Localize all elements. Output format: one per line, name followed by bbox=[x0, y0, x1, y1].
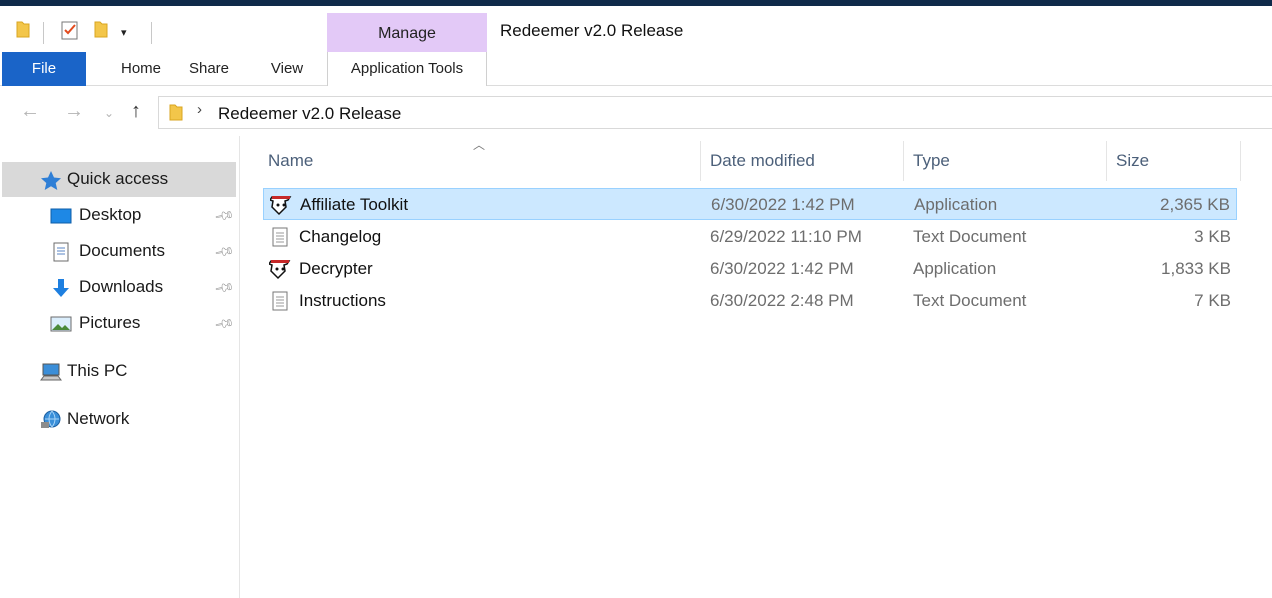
table-row[interactable]: Decrypter 6/30/2022 1:42 PM Application … bbox=[263, 253, 1237, 285]
sidebar-item-label: Quick access bbox=[67, 169, 169, 188]
sidebar-item-label: Downloads bbox=[79, 277, 164, 296]
sidebar-item-this-pc[interactable]: This PC bbox=[2, 354, 236, 389]
tab-home[interactable]: Home bbox=[96, 52, 186, 86]
file-name: Decrypter bbox=[299, 259, 373, 278]
pin-icon[interactable]: 📌︎ bbox=[213, 277, 235, 300]
text-file-icon bbox=[269, 226, 291, 248]
window-title: Redeemer v2.0 Release bbox=[500, 21, 684, 40]
sidebar-item-label: Pictures bbox=[79, 313, 141, 332]
sidebar-item-quick-access[interactable]: Quick access bbox=[2, 162, 236, 197]
app-icon bbox=[268, 194, 292, 216]
folder-icon bbox=[169, 103, 183, 126]
manage-label: Manage bbox=[378, 25, 436, 42]
toolbar-separator bbox=[43, 22, 44, 44]
ribbon-tabs: File Home Share View Application Tools bbox=[0, 52, 1272, 87]
file-list: ︿ Name Date modified Type Size Affiliate… bbox=[241, 136, 1272, 598]
file-type: Text Document bbox=[913, 291, 1027, 310]
pin-icon[interactable]: 📌︎ bbox=[213, 205, 235, 228]
sidebar-item-desktop[interactable]: Desktop 📌︎ bbox=[2, 198, 236, 233]
tab-share[interactable]: Share bbox=[176, 52, 242, 86]
network-icon bbox=[40, 410, 62, 430]
toolbar-separator bbox=[151, 22, 152, 44]
file-type: Application bbox=[913, 259, 997, 278]
sidebar-item-documents[interactable]: Documents 📌︎ bbox=[2, 234, 236, 269]
customize-toolbar-dropdown-icon[interactable]: ▾ bbox=[121, 26, 127, 39]
documents-icon bbox=[50, 242, 72, 262]
table-row[interactable]: Instructions 6/30/2022 2:48 PM Text Docu… bbox=[263, 285, 1237, 317]
column-header-name[interactable]: Name bbox=[268, 141, 313, 181]
downloads-icon bbox=[50, 278, 72, 298]
pin-icon[interactable]: 📌︎ bbox=[213, 313, 235, 336]
sidebar-item-pictures[interactable]: Pictures 📌︎ bbox=[2, 306, 236, 341]
star-icon bbox=[40, 170, 62, 190]
tab-file[interactable]: File bbox=[2, 52, 86, 86]
column-header-size[interactable]: Size bbox=[1116, 141, 1149, 181]
app-icon bbox=[267, 258, 291, 280]
text-file-icon bbox=[269, 290, 291, 312]
file-date: 6/29/2022 11:10 PM bbox=[710, 227, 862, 246]
tab-view[interactable]: View bbox=[256, 52, 318, 86]
breadcrumb-current-folder[interactable]: Redeemer v2.0 Release bbox=[218, 104, 401, 124]
desktop-icon bbox=[50, 206, 72, 226]
column-divider[interactable] bbox=[700, 141, 701, 181]
forward-arrow-icon[interactable]: → bbox=[64, 100, 84, 123]
properties-icon[interactable] bbox=[61, 20, 79, 45]
file-size: 7 KB bbox=[1194, 291, 1231, 310]
sidebar-item-label: Network bbox=[67, 409, 130, 428]
column-header-date-modified[interactable]: Date modified bbox=[710, 141, 815, 181]
file-size: 1,833 KB bbox=[1161, 259, 1231, 278]
navigation-bar: ← → ⌄ ↑ › Redeemer v2.0 Release bbox=[0, 86, 1272, 136]
column-divider[interactable] bbox=[903, 141, 904, 181]
pin-icon[interactable]: 📌︎ bbox=[213, 241, 235, 264]
tab-application-tools[interactable]: Application Tools bbox=[327, 52, 487, 87]
file-name: Changelog bbox=[299, 227, 382, 246]
file-type: Application bbox=[914, 195, 998, 214]
table-row[interactable]: Changelog 6/29/2022 11:10 PM Text Docume… bbox=[263, 221, 1237, 253]
breadcrumb-chevron-icon[interactable]: › bbox=[197, 101, 202, 118]
file-size: 3 KB bbox=[1194, 227, 1231, 246]
address-bar[interactable]: › Redeemer v2.0 Release bbox=[158, 96, 1272, 129]
back-arrow-icon[interactable]: ← bbox=[20, 100, 40, 123]
computer-icon bbox=[40, 362, 62, 382]
manage-context-tab: Manage bbox=[327, 13, 487, 52]
sidebar-item-network[interactable]: Network bbox=[2, 402, 236, 437]
recent-locations-chevron-icon[interactable]: ⌄ bbox=[104, 106, 114, 120]
file-size: 2,365 KB bbox=[1160, 195, 1230, 214]
sidebar-item-downloads[interactable]: Downloads 📌︎ bbox=[2, 270, 236, 305]
new-folder-icon[interactable] bbox=[94, 20, 108, 43]
sidebar-item-label: Documents bbox=[79, 241, 165, 260]
column-divider[interactable] bbox=[1240, 141, 1241, 181]
sort-ascending-caret-icon: ︿ bbox=[473, 138, 486, 152]
column-divider[interactable] bbox=[1106, 141, 1107, 181]
file-type: Text Document bbox=[913, 227, 1027, 246]
pictures-icon bbox=[50, 314, 72, 334]
folder-icon[interactable] bbox=[16, 20, 30, 43]
navigation-pane: Quick access Desktop 📌︎ Documents 📌︎ Dow… bbox=[0, 136, 240, 598]
sidebar-item-label: This PC bbox=[67, 361, 128, 380]
column-header-type[interactable]: Type bbox=[913, 141, 950, 181]
table-row[interactable]: Affiliate Toolkit 6/30/2022 1:42 PM Appl… bbox=[263, 188, 1237, 220]
sidebar-item-label: Desktop bbox=[79, 205, 142, 224]
file-name: Affiliate Toolkit bbox=[300, 195, 409, 214]
up-arrow-icon[interactable]: ↑ bbox=[131, 100, 141, 123]
title-bar: ▾ Manage Redeemer v2.0 Release bbox=[0, 6, 1272, 52]
file-date: 6/30/2022 1:42 PM bbox=[711, 195, 855, 214]
file-date: 6/30/2022 1:42 PM bbox=[710, 259, 854, 278]
file-name: Instructions bbox=[299, 291, 386, 310]
file-date: 6/30/2022 2:48 PM bbox=[710, 291, 854, 310]
